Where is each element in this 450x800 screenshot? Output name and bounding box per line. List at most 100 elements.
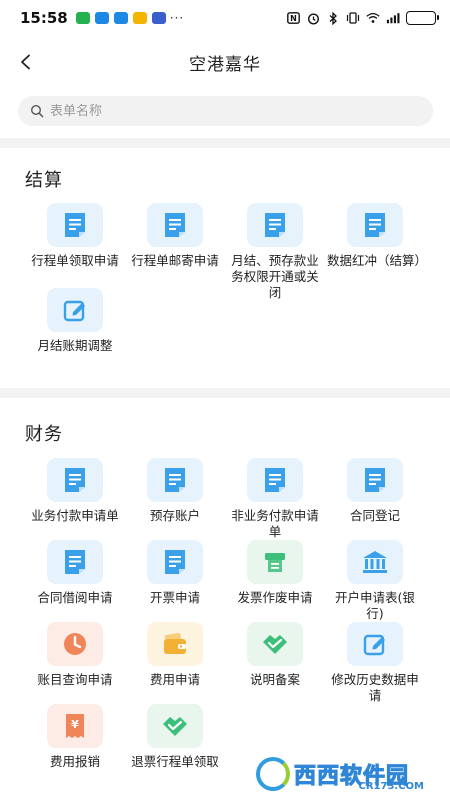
section-title-finance: 财务: [25, 424, 63, 445]
search-input[interactable]: [50, 103, 410, 119]
form-item[interactable]: 开票申请: [125, 540, 225, 606]
reader-app-icon: [132, 12, 147, 24]
form-item-label: 发票作废申请: [237, 590, 313, 605]
back-button[interactable]: [12, 48, 40, 76]
nfc-icon: N: [286, 12, 300, 24]
form-item-tile: ¥: [47, 704, 103, 748]
document-icon: [162, 548, 188, 576]
form-item[interactable]: 非业务付款申请单: [225, 458, 325, 540]
messenger-icon: [94, 12, 109, 24]
form-item-label: 月结账期调整: [37, 338, 113, 353]
form-item-tile: [247, 622, 303, 666]
form-item-tile: [47, 540, 103, 584]
status-app-icons: [75, 12, 166, 24]
form-item[interactable]: 账目查询申请: [25, 622, 125, 688]
nav-bar: 空港嘉华: [0, 40, 450, 84]
section-title-settlement: 结算: [25, 170, 63, 191]
form-item[interactable]: 数据红冲（结算）: [325, 203, 428, 269]
bluetooth-icon: [326, 11, 340, 25]
receipt-icon: ¥: [62, 712, 88, 740]
document-icon: [362, 211, 388, 239]
section-divider: [0, 138, 450, 148]
watermark-subtext: CR173.COM: [358, 781, 424, 792]
search-bar[interactable]: [18, 96, 433, 126]
form-item-tile: [347, 458, 403, 502]
form-item-label: 月结、预存款业务权限开通或关闭: [231, 253, 319, 300]
document-icon: [162, 211, 188, 239]
form-item[interactable]: 合同借阅申请: [25, 540, 125, 606]
form-item-label: 数据红冲（结算）: [327, 253, 428, 268]
status-overflow: ···: [169, 11, 185, 25]
document-icon: [262, 466, 288, 494]
document-icon: [262, 211, 288, 239]
form-item-tile: [247, 203, 303, 247]
media-app-icon: [151, 12, 166, 24]
form-item[interactable]: 业务付款申请单: [25, 458, 125, 524]
status-time: 15:58: [20, 9, 68, 27]
form-item-tile: [147, 458, 203, 502]
wechat-icon: [75, 12, 90, 24]
edit-icon: [362, 631, 388, 657]
form-item-label: 合同借阅申请: [37, 590, 113, 605]
chat-icon: [113, 12, 128, 24]
form-item-label: 预存账户: [149, 508, 200, 523]
form-item[interactable]: 行程单邮寄申请: [125, 203, 225, 269]
bank-icon: [361, 549, 389, 575]
chevron-left-icon: [21, 54, 30, 70]
form-item-label: 行程单邮寄申请: [131, 253, 219, 268]
form-item-label: 说明备案: [249, 672, 300, 687]
form-item-label: 开票申请: [149, 590, 200, 605]
form-item[interactable]: ¥ 费用报销: [25, 704, 125, 770]
form-item[interactable]: 费用申请: [125, 622, 225, 688]
form-item[interactable]: 修改历史数据申请: [325, 622, 425, 704]
status-right-icons: N: [286, 11, 439, 25]
form-item-label: 非业务付款申请单: [231, 508, 319, 539]
form-item-label: 行程单领取申请: [31, 253, 119, 268]
printer-icon: [262, 549, 288, 575]
status-bar: 15:58 ··· N: [0, 0, 450, 36]
form-item-tile: [47, 622, 103, 666]
svg-text:¥: ¥: [71, 718, 79, 731]
form-item-label: 费用申请: [149, 672, 200, 687]
vibrate-icon: [346, 12, 360, 24]
signal-icon: [386, 12, 400, 24]
page-title: 空港嘉华: [189, 54, 261, 75]
handshake-icon: [160, 713, 190, 739]
form-item-tile: [147, 704, 203, 748]
document-icon: [62, 211, 88, 239]
search-icon: [30, 104, 44, 118]
document-icon: [62, 548, 88, 576]
form-item-tile: [247, 458, 303, 502]
form-item[interactable]: 月结、预存款业务权限开通或关闭: [225, 203, 325, 301]
form-item-tile: [47, 288, 103, 332]
form-item[interactable]: 退票行程单领取: [125, 704, 225, 770]
form-item-tile: [47, 458, 103, 502]
clock-icon: [61, 630, 89, 658]
form-item-tile: [47, 203, 103, 247]
document-icon: [162, 466, 188, 494]
form-item-label: 费用报销: [49, 754, 100, 769]
form-item-tile: [147, 622, 203, 666]
document-icon: [362, 466, 388, 494]
wifi-icon: [366, 12, 380, 24]
form-item-tile: [247, 540, 303, 584]
section-divider: [0, 388, 450, 398]
watermark-ring-icon: [256, 757, 290, 791]
form-item-tile: [147, 540, 203, 584]
watermark-logo: 西西软件园 CR173.COM: [256, 756, 436, 792]
form-item[interactable]: 月结账期调整: [25, 288, 125, 354]
form-item-label: 修改历史数据申请: [331, 672, 419, 703]
form-item[interactable]: 合同登记: [325, 458, 425, 524]
form-item[interactable]: 预存账户: [125, 458, 225, 524]
handshake-icon: [260, 631, 290, 657]
edit-icon: [62, 297, 88, 323]
form-item[interactable]: 发票作废申请: [225, 540, 325, 606]
form-item-label: 开户申请表(银行): [335, 590, 415, 621]
form-item-label: 退票行程单领取: [131, 754, 219, 769]
form-item[interactable]: 行程单领取申请: [25, 203, 125, 269]
form-item[interactable]: 开户申请表(银行): [325, 540, 425, 622]
svg-text:N: N: [290, 14, 297, 23]
form-item[interactable]: 说明备案: [225, 622, 325, 688]
form-item-label: 合同登记: [349, 508, 400, 523]
battery-icon: [406, 11, 439, 25]
